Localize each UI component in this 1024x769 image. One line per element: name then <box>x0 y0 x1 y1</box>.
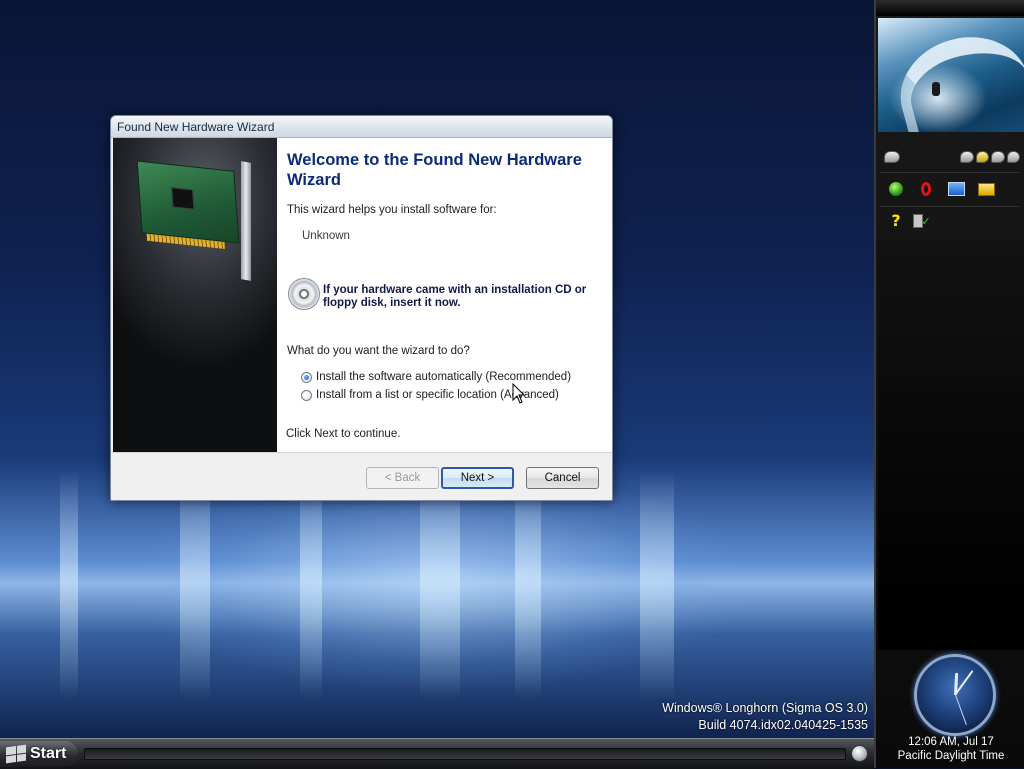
wizard-intro: This wizard helps you install software f… <box>287 204 497 216</box>
clock-timezone-label: Pacific Daylight Time <box>897 750 1005 762</box>
sidebar-divider <box>880 206 1020 207</box>
taskbar: Start <box>0 738 874 769</box>
taskbar-orb-button[interactable] <box>851 745 868 762</box>
radio-option-automatic[interactable]: Install the software automatically (Reco… <box>301 371 571 383</box>
wallpaper-streak <box>180 470 210 700</box>
radio-automatic-label[interactable]: Install the software automatically (Reco… <box>316 371 571 383</box>
wallpaper-streak <box>300 470 322 700</box>
sidebar-tray-row <box>886 180 996 198</box>
opera-icon[interactable] <box>916 180 936 198</box>
surfer-image <box>932 82 940 96</box>
cd-prompt: If your hardware came with an installati… <box>323 284 587 309</box>
sidebar-empty-panel <box>878 240 1024 650</box>
safely-remove-hardware-icon[interactable]: ✓ <box>912 212 932 230</box>
sidebar-divider <box>880 172 1020 173</box>
expansion-card-image <box>136 160 240 250</box>
cancel-button[interactable]: Cancel <box>526 467 599 489</box>
watermark-edition: Windows® Longhorn (Sigma OS 3.0) <box>662 701 868 715</box>
monitor-icon[interactable] <box>946 180 966 198</box>
wallpaper-streak <box>60 470 78 700</box>
help-icon[interactable]: ? <box>886 212 906 230</box>
radio-advanced[interactable] <box>301 389 312 401</box>
wallpaper-streak <box>640 470 674 700</box>
build-watermark: Windows® Longhorn (Sigma OS 3.0) Build 4… <box>662 700 868 734</box>
green-orb-icon[interactable] <box>886 180 906 198</box>
dialog-titlebar[interactable]: Found New Hardware Wizard <box>111 116 612 138</box>
windows-logo-icon <box>6 744 26 764</box>
sidebar: ? ✓ 12:06 AM, Jul 17 Pacific Daylight Ti… <box>874 0 1024 768</box>
device-name: Unknown <box>302 230 350 242</box>
back-button[interactable]: < Back <box>366 467 439 489</box>
taskbar-band[interactable] <box>84 748 846 760</box>
mouse-cursor-icon <box>512 383 526 404</box>
chat-bubbles-group-icon[interactable] <box>960 148 1020 166</box>
hardware-wizard-dialog: Found New Hardware Wizard Welcome to the… <box>110 115 613 501</box>
cd-icon <box>288 278 320 310</box>
wave-image <box>888 23 1024 132</box>
radio-automatic[interactable] <box>301 371 312 383</box>
sidebar-header <box>876 0 1024 16</box>
sidebar-tray-row <box>882 148 1020 166</box>
clock-time-label: 12:06 AM, Jul 17 <box>908 736 994 748</box>
continue-hint: Click Next to continue. <box>286 428 401 440</box>
wizard-side-image <box>113 138 277 452</box>
start-button[interactable]: Start <box>0 741 78 767</box>
wizard-heading: Welcome to the Found New Hardware Wizard <box>287 151 582 189</box>
next-button[interactable]: Next > <box>441 467 514 489</box>
folder-pencil-icon[interactable] <box>976 180 996 198</box>
card-contacts <box>146 233 225 250</box>
chat-bubbles-icon[interactable] <box>882 148 902 166</box>
start-label: Start <box>30 745 67 762</box>
sidebar-tray-row: ? ✓ <box>886 212 932 230</box>
card-bracket <box>241 161 251 281</box>
wallpaper-streak <box>420 470 460 700</box>
dialog-button-bar: < Back Next > Cancel <box>111 452 612 500</box>
analog-clock[interactable] <box>914 654 996 736</box>
card-chip <box>171 187 195 210</box>
wizard-question: What do you want the wizard to do? <box>287 345 470 357</box>
clock-second-hand <box>954 694 967 726</box>
watermark-build: Build 4074.idx02.040425-1535 <box>698 718 868 732</box>
dialog-title: Found New Hardware Wizard <box>117 120 275 134</box>
slideshow-tile[interactable] <box>878 18 1024 132</box>
wizard-content: Welcome to the Found New Hardware Wizard… <box>277 138 612 452</box>
wallpaper-streak <box>515 470 541 700</box>
